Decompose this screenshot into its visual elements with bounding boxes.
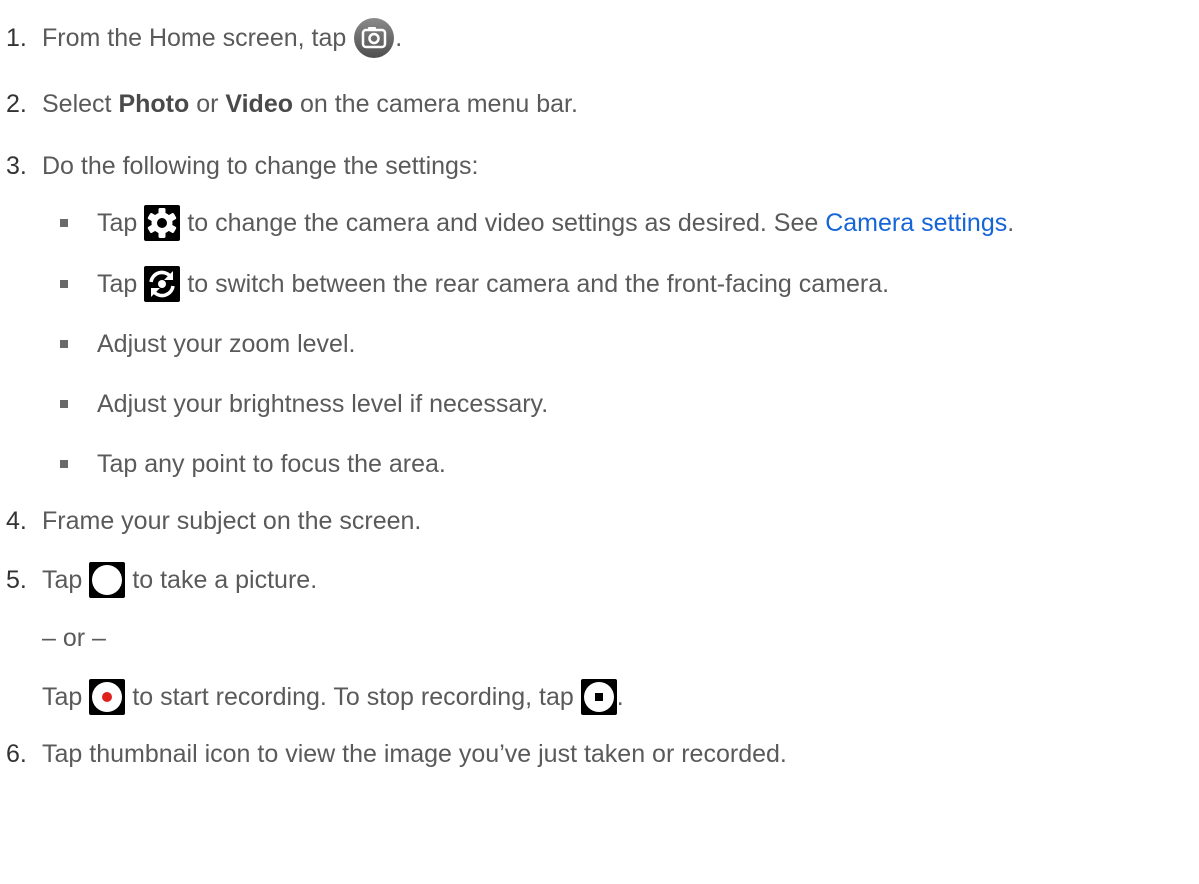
step-text-end: . xyxy=(395,23,403,52)
record-instruction: Tap to start recording. To stop recordin… xyxy=(42,677,624,717)
step-number: 5. xyxy=(6,565,27,594)
record-text-mid: to start recording. To stop recording, t… xyxy=(132,682,574,711)
substep-text-end: to change the camera and video settings … xyxy=(187,208,826,237)
substep-text: Tap xyxy=(97,208,138,237)
bullet xyxy=(60,400,68,408)
switch-camera-icon xyxy=(144,266,181,302)
bullet xyxy=(60,219,68,227)
stop-icon xyxy=(580,679,617,715)
step-number: 4. xyxy=(6,506,27,535)
step-text: Select xyxy=(42,89,119,118)
record-text-end: . xyxy=(616,682,624,711)
camera-app-icon xyxy=(353,17,395,59)
step-number: 6. xyxy=(6,739,27,768)
step-number: 1. xyxy=(6,23,27,52)
step-text: Frame your subject on the screen. xyxy=(42,506,422,535)
record-text: Tap xyxy=(42,682,83,711)
step-text-or: or xyxy=(189,89,226,118)
or-text: – or – xyxy=(42,623,106,652)
camera-settings-link[interactable]: Camera settings xyxy=(825,209,1007,238)
video-label: Video xyxy=(225,89,294,118)
step-number: 2. xyxy=(6,89,27,118)
settings-gear-icon xyxy=(144,205,181,241)
substep-text: Adjust your brightness level if necessar… xyxy=(97,389,549,418)
bullet xyxy=(60,280,68,288)
or-separator: – or – xyxy=(42,620,106,656)
step-number: 3. xyxy=(6,151,27,180)
bullet xyxy=(60,460,68,468)
step-text-end: to take a picture. xyxy=(132,565,318,594)
substep-period: . xyxy=(1007,208,1015,237)
step-text: Tap thumbnail icon to view the image you… xyxy=(42,739,787,768)
substep-text: Adjust your zoom level. xyxy=(97,329,356,358)
step-text-end: on the camera menu bar. xyxy=(293,89,578,118)
substep-text-end: to switch between the rear camera and th… xyxy=(187,269,890,298)
record-icon xyxy=(89,679,126,715)
substep-text: Tap any point to focus the area. xyxy=(97,449,446,478)
photo-label: Photo xyxy=(118,89,190,118)
step-text: From the Home screen, tap xyxy=(42,23,347,52)
step-text: Do the following to change the settings: xyxy=(42,151,479,180)
step-text: Tap xyxy=(42,565,83,594)
shutter-icon xyxy=(89,562,126,598)
substep-text: Tap xyxy=(97,269,138,298)
bullet xyxy=(60,340,68,348)
